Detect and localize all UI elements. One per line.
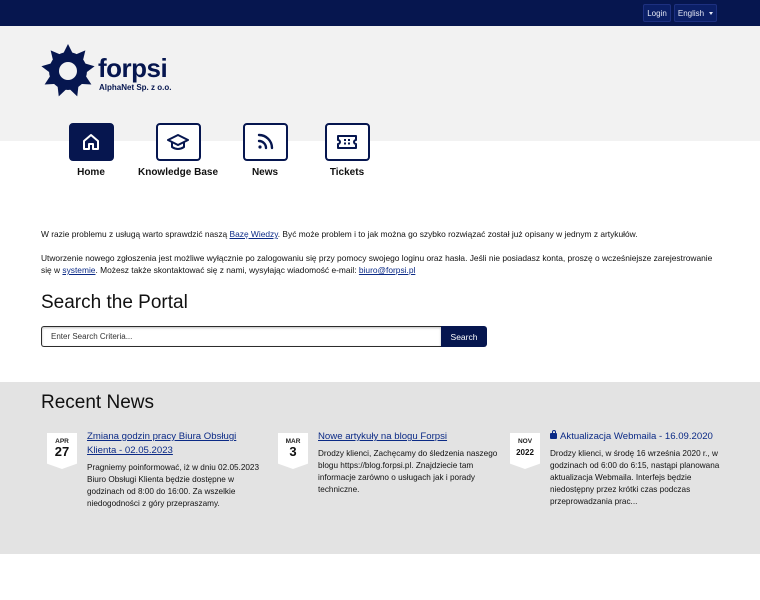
graduation-cap-icon <box>155 123 201 161</box>
intro-paragraph-1: W razie problemu z usługą warto sprawdzi… <box>41 229 638 239</box>
news-date-badge: MAR 3 <box>278 433 308 469</box>
search-button[interactable]: Search <box>441 326 487 347</box>
recent-news-heading: Recent News <box>41 392 154 413</box>
knowledge-base-link[interactable]: Bazę Wiedzy <box>230 229 278 239</box>
top-bar: Login English <box>0 0 760 26</box>
forpsi-logo[interactable] <box>40 43 96 99</box>
search-form: Search <box>41 326 487 347</box>
language-dropdown[interactable]: English <box>674 4 717 22</box>
login-button[interactable]: Login <box>643 4 671 22</box>
lock-icon <box>550 430 557 439</box>
nav-home[interactable]: Home <box>41 123 141 178</box>
nav-knowledge-base-label: Knowledge Base <box>137 167 219 178</box>
news-title-row: Aktualizacja Webmaila - 16.09.2020 <box>550 430 725 444</box>
brand-name[interactable]: forpsi <box>98 53 168 84</box>
nav-tickets-label: Tickets <box>329 167 365 178</box>
news-title-link[interactable]: Nowe artykuły na blogu Forpsi <box>318 430 493 444</box>
news-date-badge: APR 27 <box>47 433 77 469</box>
intro-text: W razie problemu z usługą warto sprawdzi… <box>41 228 721 288</box>
search-input[interactable] <box>41 326 441 347</box>
rss-icon <box>242 123 288 161</box>
language-label: English <box>677 8 705 18</box>
search-heading: Search the Portal <box>41 292 188 313</box>
nav-tickets[interactable]: Tickets <box>297 123 397 178</box>
nav-knowledge-base[interactable]: Knowledge Base <box>128 123 228 178</box>
news-excerpt: Drodzy klienci, w środę 16 września 2020… <box>550 449 720 506</box>
intro-paragraph-2: Utworzenie nowego zgłoszenia jest możliw… <box>41 253 713 275</box>
register-link[interactable]: systemie <box>62 265 95 275</box>
ticket-icon <box>324 123 370 161</box>
email-link[interactable]: biuro@forpsi.pl <box>359 265 415 275</box>
news-excerpt: Drodzy klienci, Zachęcamy do śledzenia n… <box>318 449 498 494</box>
brand-company: AlphaNet Sp. z o.o. <box>99 83 172 92</box>
nav-home-label: Home <box>77 167 105 178</box>
news-title-link[interactable]: Zmiana godzin pracy Biura Obsługi Klient… <box>87 430 262 458</box>
news-date-badge: NOV 2022 <box>510 433 540 469</box>
news-title-link[interactable]: Aktualizacja Webmaila - 16.09.2020 <box>560 431 713 442</box>
news-excerpt: Pragniemy poinformować, iż w dniu 02.05.… <box>87 463 260 508</box>
home-icon <box>68 123 114 161</box>
caret-down-icon <box>709 11 714 15</box>
